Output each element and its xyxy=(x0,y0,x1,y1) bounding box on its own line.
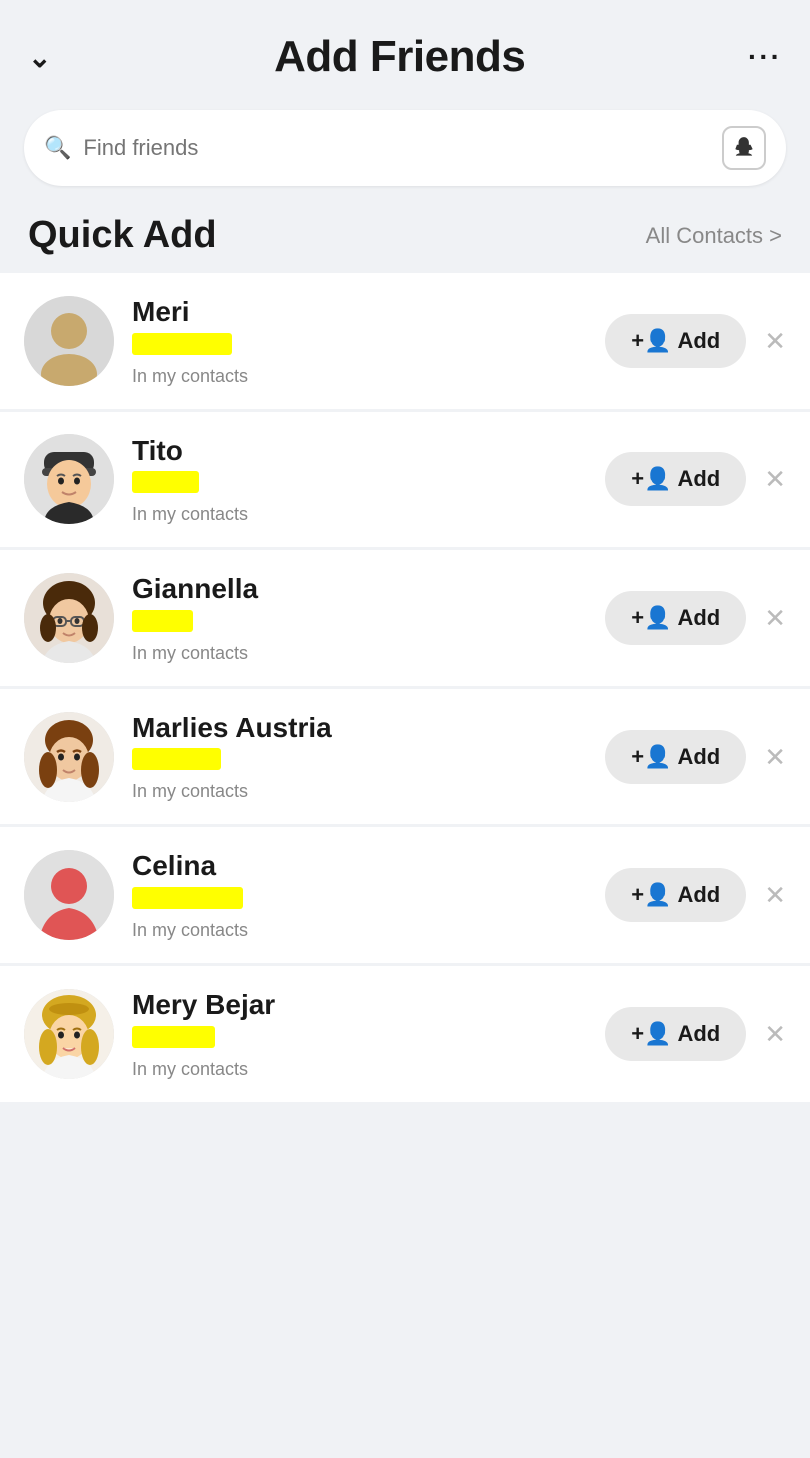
add-button[interactable]: +👤 Add xyxy=(605,1007,746,1061)
avatar xyxy=(24,712,114,802)
contact-username xyxy=(132,333,232,355)
add-icon: +👤 xyxy=(631,882,671,908)
contact-username xyxy=(132,887,243,909)
contact-info: Meri In my contacts xyxy=(132,295,587,387)
search-container: 🔍 xyxy=(0,98,810,206)
dismiss-button[interactable]: ✕ xyxy=(764,328,786,354)
section-title: Quick Add xyxy=(28,214,217,257)
back-button[interactable]: ⌄ xyxy=(28,41,51,74)
add-icon: +👤 xyxy=(631,744,671,770)
contact-info: Marlies Austria In my contacts xyxy=(132,711,587,803)
page-title: Add Friends xyxy=(274,32,525,82)
search-icon: 🔍 xyxy=(44,135,71,161)
dismiss-button[interactable]: ✕ xyxy=(764,882,786,908)
contact-card: Giannella In my contacts +👤 Add ✕ xyxy=(0,550,810,686)
add-icon: +👤 xyxy=(631,1021,671,1047)
add-icon: +👤 xyxy=(631,466,671,492)
contact-sub: In my contacts xyxy=(132,920,587,941)
add-button[interactable]: +👤 Add xyxy=(605,591,746,645)
avatar xyxy=(24,573,114,663)
contact-actions: +👤 Add ✕ xyxy=(605,1007,786,1061)
avatar xyxy=(24,989,114,1079)
contact-name: Celina xyxy=(132,849,587,883)
default-red-avatar-svg xyxy=(24,850,114,940)
contact-sub: In my contacts xyxy=(132,366,587,387)
add-icon: +👤 xyxy=(631,328,671,354)
contact-username xyxy=(132,610,193,632)
add-button[interactable]: +👤 Add xyxy=(605,314,746,368)
contact-name: Giannella xyxy=(132,572,587,606)
contact-username xyxy=(132,748,221,770)
add-icon: +👤 xyxy=(631,605,671,631)
snapcode-icon xyxy=(731,135,757,161)
contact-actions: +👤 Add ✕ xyxy=(605,730,786,784)
contact-card: Marlies Austria In my contacts +👤 Add ✕ xyxy=(0,689,810,825)
contact-sub: In my contacts xyxy=(132,643,587,664)
dismiss-button[interactable]: ✕ xyxy=(764,744,786,770)
contact-card: Celina In my contacts +👤 Add ✕ xyxy=(0,827,810,963)
add-button[interactable]: +👤 Add xyxy=(605,730,746,784)
contact-info: Celina In my contacts xyxy=(132,849,587,941)
contact-name: Tito xyxy=(132,434,587,468)
add-button[interactable]: +👤 Add xyxy=(605,868,746,922)
contact-info: Tito In my contacts xyxy=(132,434,587,526)
contact-name: Mery Bejar xyxy=(132,988,587,1022)
add-button[interactable]: +👤 Add xyxy=(605,452,746,506)
snapcode-button[interactable] xyxy=(722,126,766,170)
quick-add-section-header: Quick Add All Contacts > xyxy=(0,206,810,273)
bitmoji-avatar-svg xyxy=(24,434,114,524)
contact-card: Meri In my contacts +👤 Add ✕ xyxy=(0,273,810,409)
contact-sub: In my contacts xyxy=(132,1059,587,1080)
search-bar: 🔍 xyxy=(24,110,786,186)
bitmoji-girl-brown-svg xyxy=(24,712,114,802)
avatar xyxy=(24,296,114,386)
header: ⌄ Add Friends ··· xyxy=(0,0,810,98)
contact-username xyxy=(132,471,199,493)
contact-sub: In my contacts xyxy=(132,781,587,802)
dismiss-button[interactable]: ✕ xyxy=(764,466,786,492)
default-avatar-svg xyxy=(24,296,114,386)
dismiss-button[interactable]: ✕ xyxy=(764,1021,786,1047)
contact-actions: +👤 Add ✕ xyxy=(605,452,786,506)
bitmoji-blonde-svg xyxy=(24,989,114,1079)
search-input[interactable] xyxy=(83,135,710,161)
dismiss-button[interactable]: ✕ xyxy=(764,605,786,631)
contact-sub: In my contacts xyxy=(132,504,587,525)
contact-username xyxy=(132,1026,215,1048)
contact-name: Meri xyxy=(132,295,587,329)
contact-card: Mery Bejar In my contacts +👤 Add ✕ xyxy=(0,966,810,1102)
bitmoji-girl-glasses-svg xyxy=(24,573,114,663)
contact-info: Mery Bejar In my contacts xyxy=(132,988,587,1080)
contact-info: Giannella In my contacts xyxy=(132,572,587,664)
all-contacts-link[interactable]: All Contacts > xyxy=(646,223,782,249)
contact-card: Tito In my contacts +👤 Add ✕ xyxy=(0,412,810,548)
contact-actions: +👤 Add ✕ xyxy=(605,591,786,645)
contact-actions: +👤 Add ✕ xyxy=(605,868,786,922)
avatar xyxy=(24,850,114,940)
contact-actions: +👤 Add ✕ xyxy=(605,314,786,368)
avatar xyxy=(24,434,114,524)
contact-name: Marlies Austria xyxy=(132,711,587,745)
more-options-button[interactable]: ··· xyxy=(748,41,782,73)
contacts-list: Meri In my contacts +👤 Add ✕ xyxy=(0,273,810,1102)
